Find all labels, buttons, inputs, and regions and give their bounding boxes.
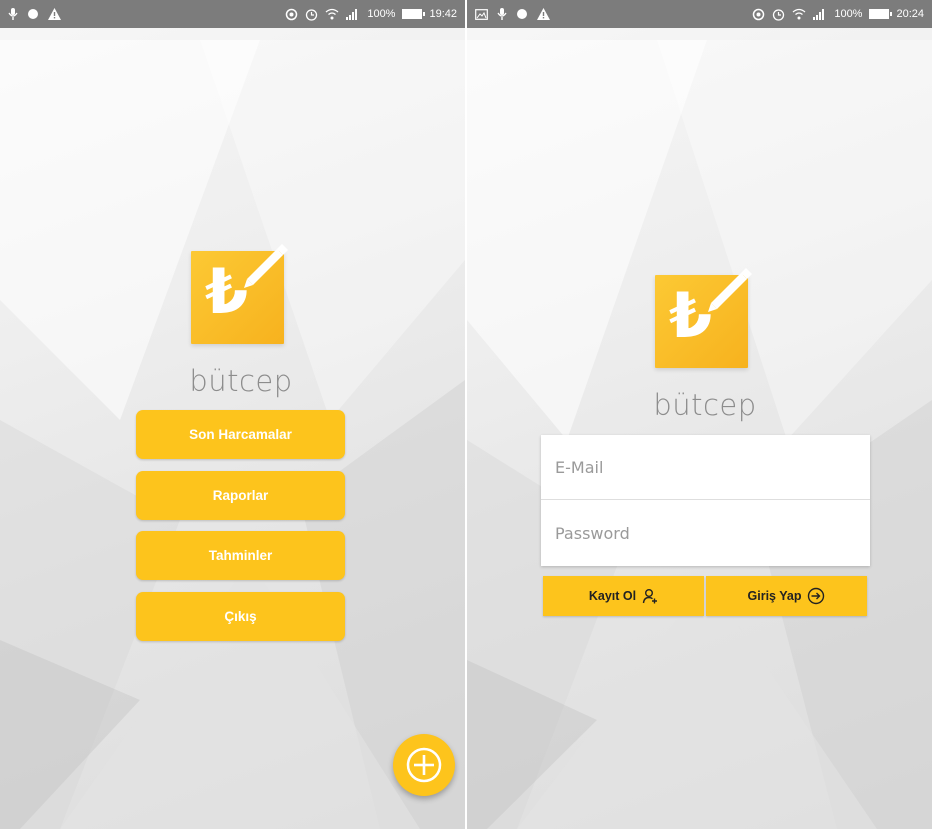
circle-icon [516, 8, 528, 20]
status-bar: 100% 20:24 [467, 0, 932, 28]
signal-icon [813, 8, 827, 20]
battery-percent: 100% [367, 8, 396, 20]
register-button[interactable]: Kayıt Ol [543, 576, 704, 616]
status-bar: 100% 19:42 [0, 0, 465, 28]
signal-icon [346, 8, 360, 20]
login-screen: 100% 20:24 ₺ bütcep Kayıt Ol Giriş Yap [467, 0, 932, 829]
sync-icon [285, 8, 298, 21]
login-label: Giriş Yap [747, 589, 802, 603]
reports-button[interactable]: Raporlar [136, 471, 345, 520]
forecasts-button[interactable]: Tahminler [136, 531, 345, 580]
login-button[interactable]: Giriş Yap [706, 576, 867, 616]
battery-percent: 100% [834, 8, 863, 20]
battery-icon [402, 9, 426, 19]
pencil-icon [244, 244, 288, 288]
clock: 20:24 [896, 8, 924, 20]
circle-icon [27, 8, 39, 20]
recent-expenses-button[interactable]: Son Harcamalar [136, 410, 345, 459]
image-icon [475, 8, 488, 20]
sync-icon [752, 8, 765, 21]
email-field[interactable] [553, 456, 859, 478]
wifi-icon [792, 8, 806, 20]
app-logo: ₺ [655, 268, 752, 368]
microphone-icon [497, 8, 507, 20]
app-name: bütcep [653, 388, 757, 422]
app-name: bütcep [189, 364, 293, 398]
pencil-icon [708, 268, 752, 312]
warning-icon [48, 8, 61, 20]
alarm-icon [772, 8, 785, 21]
alarm-icon [305, 8, 318, 21]
logout-button[interactable]: Çıkış [136, 592, 345, 641]
battery-icon [869, 9, 893, 19]
plus-circle-icon [406, 747, 442, 783]
main-menu-screen: 100% 19:42 ₺ bütcep Son Harcamalar Rapor… [0, 0, 465, 829]
email-field-container [541, 435, 870, 500]
register-label: Kayıt Ol [588, 589, 637, 603]
sign-in-icon [808, 587, 825, 605]
password-field-container [541, 501, 870, 566]
add-expense-button[interactable] [393, 734, 455, 796]
clock: 19:42 [429, 8, 457, 20]
login-form [541, 435, 870, 566]
add-user-icon [642, 589, 658, 604]
password-field[interactable] [553, 523, 859, 544]
app-logo: ₺ [191, 244, 288, 344]
wifi-icon [325, 8, 339, 20]
warning-icon [537, 8, 550, 20]
microphone-icon [8, 8, 18, 20]
